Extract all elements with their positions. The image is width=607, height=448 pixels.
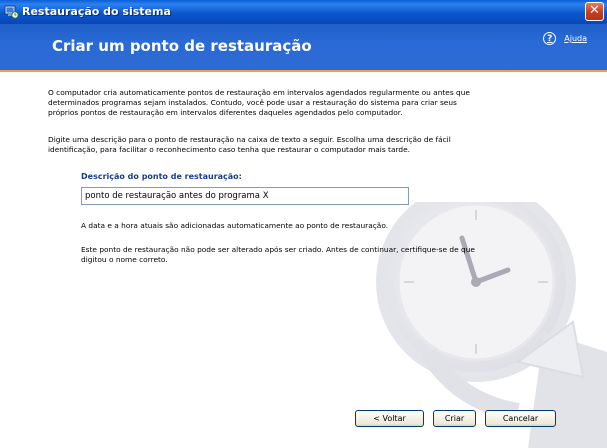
back-button[interactable]: < Voltar (355, 410, 424, 427)
cancel-button[interactable]: Cancelar (485, 410, 556, 427)
wizard-content: O computador cria automaticamente pontos… (0, 72, 607, 448)
close-icon: ✕ (589, 3, 600, 18)
intro-text: O computador cria automaticamente pontos… (48, 88, 470, 117)
window-title: Restauração do sistema (22, 5, 171, 18)
title-bar[interactable]: Restauração do sistema ✕ (0, 0, 607, 24)
warning-note: Este ponto de restauração não pode ser a… (81, 245, 475, 264)
system-restore-icon (4, 5, 19, 19)
description-field-label: Descrição do ponto de restauração: (81, 172, 242, 181)
instruction-text: Digite uma descrição para o ponto de res… (48, 135, 451, 154)
help-icon: ? (543, 32, 557, 45)
description-input[interactable] (81, 187, 409, 205)
header-banner: Criar um ponto de restauração ? Ajuda (0, 24, 607, 70)
help-label: Ajuda (564, 34, 587, 43)
close-button[interactable]: ✕ (585, 2, 604, 21)
help-link[interactable]: ? Ajuda (543, 32, 587, 45)
create-button[interactable]: Criar (433, 410, 476, 427)
system-restore-window: Restauração do sistema ✕ Criar um ponto … (0, 0, 607, 448)
datetime-note: A data e a hora atuais são adicionadas a… (81, 221, 389, 230)
page-title: Criar um ponto de restauração (52, 37, 312, 55)
